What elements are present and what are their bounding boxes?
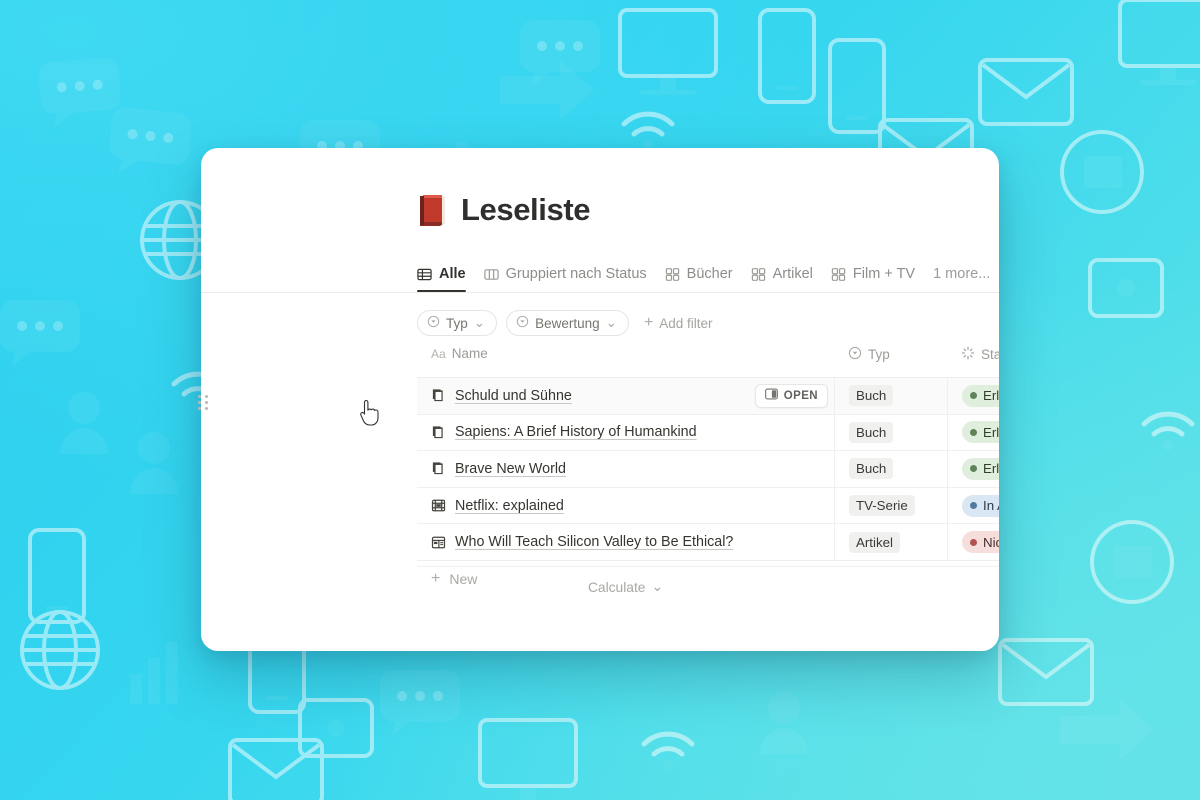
row-drag-handle[interactable]	[198, 395, 208, 410]
status-label: Erledigt	[983, 424, 999, 440]
column-label: Name	[451, 346, 488, 361]
tab-label: Film + TV	[852, 266, 916, 282]
tab-label: Artikel	[772, 266, 813, 282]
chevron-down-icon: ⌄	[605, 315, 617, 330]
tabs-divider	[201, 292, 999, 293]
status-label: Erledigt	[983, 461, 999, 477]
database-table: Aa Name Typ Status	[417, 346, 999, 597]
select-property-icon	[427, 315, 440, 331]
grip-dot	[198, 401, 201, 404]
article-layout-icon	[431, 535, 446, 550]
tab-label: Alle	[439, 266, 466, 282]
page-title-row: Leseliste	[417, 192, 590, 228]
grip-dot	[198, 395, 201, 398]
open-label: OPEN	[783, 389, 818, 402]
typ-tag[interactable]: Buch	[849, 421, 894, 443]
tab-label: Bücher	[686, 266, 733, 282]
plus-icon: +	[643, 314, 654, 331]
table-row[interactable]: Sapiens: A Brief History of Humankind Bu…	[417, 414, 999, 452]
status-dot	[970, 538, 977, 546]
column-label: Typ	[868, 347, 890, 362]
table-row[interactable]: Netflix: explained TV-Serie In Arbeit no…	[417, 487, 999, 525]
typ-tag[interactable]: TV-Serie	[849, 495, 915, 517]
status-label: Nicht begonnen	[983, 534, 999, 550]
typ-tag[interactable]: Buch	[849, 458, 894, 480]
select-property-icon	[516, 315, 529, 331]
tab-artikel[interactable]: Artikel	[742, 266, 822, 292]
board-view-icon	[483, 267, 499, 282]
select-property-icon	[848, 346, 862, 363]
row-title[interactable]: Who Will Teach Silicon Valley to Be Ethi…	[455, 534, 733, 550]
row-title[interactable]: Schuld und Sühne	[455, 388, 572, 404]
chevron-down-icon: ⌄	[473, 315, 486, 330]
grip-dot	[205, 401, 208, 404]
notion-database-card: Leseliste Alle Gruppiert nach Status Büc…	[201, 148, 999, 651]
chevron-down-icon: ⌄	[651, 579, 664, 594]
table-view-icon	[417, 267, 432, 282]
table-header-row: Aa Name Typ Status	[417, 346, 999, 378]
grip-dot	[198, 407, 201, 410]
text-property-icon: Aa	[431, 346, 446, 361]
film-strip-icon	[431, 498, 446, 513]
open-page-button[interactable]: OPEN	[754, 383, 828, 408]
status-badge[interactable]: In Arbeit	[962, 494, 999, 517]
view-tabs: Alle Gruppiert nach Status Bücher Artike…	[417, 260, 999, 292]
status-dot	[970, 465, 977, 473]
status-dot	[970, 428, 977, 436]
calculate-label: Calculate	[587, 579, 646, 595]
gallery-view-icon	[831, 267, 846, 282]
table-row[interactable]: Who Will Teach Silicon Valley to Be Ethi…	[417, 524, 999, 561]
table-row[interactable]: Schuld und Sühne OPEN Buch Erledigt ⭐⭐⭐⭐…	[417, 378, 999, 415]
status-badge[interactable]: Erledigt	[962, 457, 999, 480]
typ-tag[interactable]: Buch	[849, 385, 894, 407]
column-header-name[interactable]: Aa Name	[417, 346, 834, 361]
gallery-view-icon	[665, 267, 680, 282]
filter-chip-label: Bewertung	[535, 315, 600, 331]
add-filter-label: Add filter	[659, 315, 713, 331]
grip-dot	[205, 395, 208, 398]
status-label: Erledigt	[983, 388, 999, 404]
tab-label: Gruppiert nach Status	[505, 266, 647, 282]
gallery-view-icon	[751, 267, 766, 282]
filter-chip-typ[interactable]: Typ ⌄	[417, 310, 498, 336]
column-header-status[interactable]: Status	[947, 346, 999, 363]
grip-dot	[205, 407, 208, 410]
closed-book-emoji	[417, 194, 447, 226]
footer-divider	[417, 566, 999, 567]
tab-gruppiert-nach-status[interactable]: Gruppiert nach Status	[475, 266, 656, 292]
tab-buecher[interactable]: Bücher	[656, 266, 742, 292]
add-filter-button[interactable]: + Add filter	[644, 315, 713, 331]
status-property-icon	[961, 346, 975, 363]
table-row[interactable]: Brave New World Buch Erledigt ⭐⭐⭐⭐⭐	[417, 451, 999, 488]
row-title[interactable]: Netflix: explained	[455, 498, 564, 514]
books-icon	[431, 425, 446, 440]
status-label: In Arbeit	[983, 498, 999, 514]
filter-bar: Typ ⌄ Bewertung ⌄ + Add filter	[417, 310, 713, 336]
calculate-button[interactable]: Calculate ⌄	[417, 570, 834, 604]
books-icon	[431, 388, 446, 403]
status-badge[interactable]: Nicht begonnen	[962, 531, 999, 554]
status-dot	[970, 392, 977, 400]
filter-chip-bewertung[interactable]: Bewertung ⌄	[506, 310, 629, 336]
typ-tag[interactable]: Artikel	[849, 531, 900, 553]
status-badge[interactable]: Erledigt	[962, 384, 999, 407]
row-title[interactable]: Sapiens: A Brief History of Humankind	[455, 424, 697, 440]
status-badge[interactable]: Erledigt	[962, 421, 999, 444]
tabs-more-button[interactable]: 1 more...	[924, 266, 999, 292]
side-peek-icon	[764, 388, 778, 403]
page-title: Leseliste	[461, 192, 591, 227]
books-icon	[431, 461, 446, 476]
status-dot	[970, 502, 977, 510]
tab-film-tv[interactable]: Film + TV	[822, 266, 924, 292]
tab-alle[interactable]: Alle	[417, 266, 475, 292]
row-title[interactable]: Brave New World	[455, 461, 566, 477]
filter-chip-label: Typ	[446, 315, 468, 331]
column-header-typ[interactable]: Typ	[834, 346, 947, 363]
column-label: Status	[981, 347, 999, 362]
